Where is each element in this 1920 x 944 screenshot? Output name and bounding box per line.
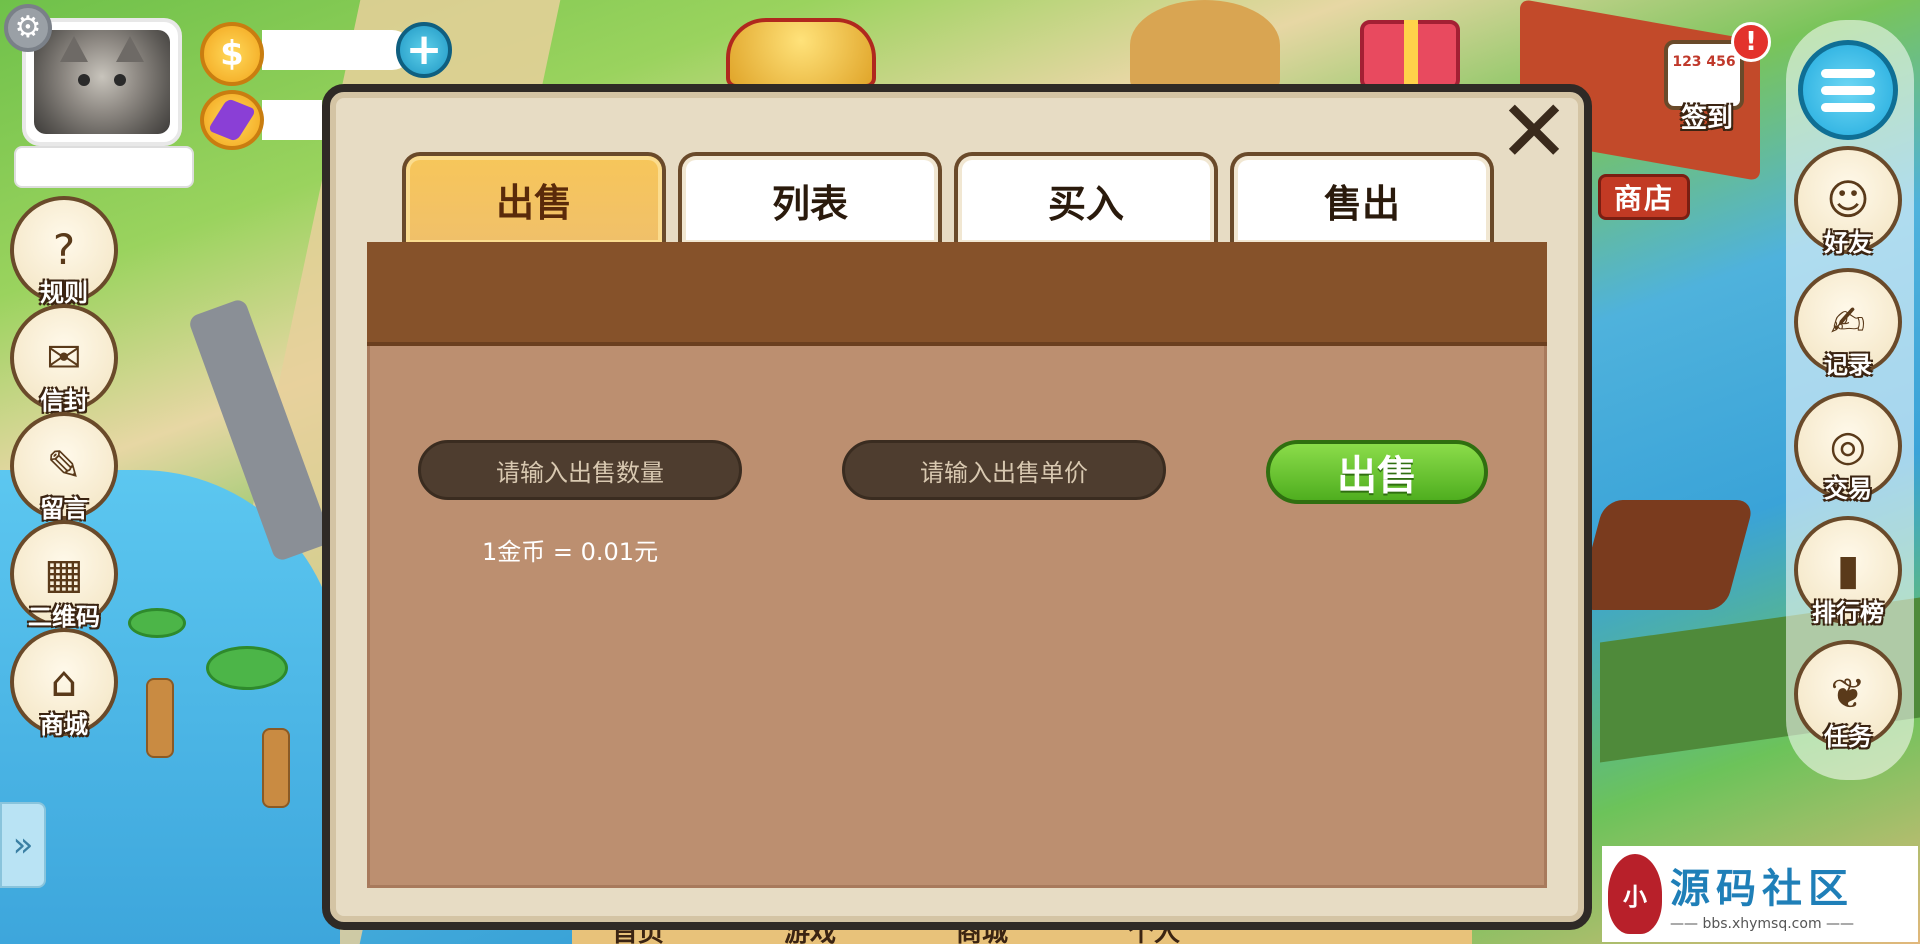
- envelope-button[interactable]: ✉ 信封: [10, 304, 118, 415]
- lily-pad: [206, 646, 288, 690]
- tab-sell[interactable]: 出售: [402, 152, 666, 244]
- tab-list[interactable]: 列表: [678, 152, 942, 244]
- watermark-url: —— bbs.xhymsq.com ——: [1670, 916, 1855, 932]
- alert-badge: !: [1731, 22, 1771, 62]
- rules-label: 规则: [40, 279, 88, 307]
- envelope-label: 信封: [40, 387, 88, 415]
- record-icon: ✍: [1830, 297, 1866, 346]
- friends-label: 好友: [1824, 229, 1872, 257]
- message-label: 留言: [40, 495, 88, 523]
- message-button[interactable]: ✎ 留言: [10, 412, 118, 523]
- close-icon[interactable]: ✕: [1498, 89, 1570, 175]
- expand-sidebar-button[interactable]: »: [0, 802, 46, 888]
- panel-body: [367, 346, 1547, 888]
- quill-icon: ✎: [46, 441, 82, 490]
- signin-label: 签到: [1680, 104, 1733, 134]
- task-label: 任务: [1824, 723, 1872, 751]
- watermark-text: 源码社区 —— bbs.xhymsq.com ——: [1670, 856, 1854, 932]
- add-coins-button[interactable]: +: [396, 22, 452, 78]
- gift-box-icon[interactable]: [1360, 20, 1460, 94]
- coin-balance: [262, 30, 412, 70]
- qrcode-icon: ▦: [44, 549, 84, 598]
- treasure-pile: [726, 18, 876, 88]
- friends-button[interactable]: ☺ 好友: [1794, 146, 1902, 257]
- mall-button[interactable]: ⌂ 商城: [10, 628, 118, 739]
- rules-button[interactable]: ? 规则: [10, 196, 118, 307]
- trade-label: 交易: [1824, 475, 1872, 503]
- ranking-icon: ▮: [1836, 545, 1860, 594]
- ranking-button[interactable]: ▮ 排行榜: [1794, 516, 1902, 627]
- trade-coins-icon: ◎: [1829, 421, 1867, 470]
- panel-header: [367, 242, 1547, 346]
- dollar-coin-icon: $: [200, 22, 264, 86]
- sell-price-input[interactable]: 请输入出售单价: [842, 440, 1166, 500]
- tab-sold[interactable]: 售出: [1230, 152, 1494, 244]
- qrcode-label: 二维码: [28, 603, 100, 631]
- lily-pad: [128, 608, 186, 638]
- sell-button[interactable]: 出售: [1266, 440, 1488, 504]
- store-icon: ⌂: [50, 657, 78, 706]
- purple-gem-icon: [200, 90, 264, 150]
- watermark: 小 源码社区 —— bbs.xhymsq.com ——: [1602, 846, 1918, 942]
- wooden-post: [146, 678, 174, 758]
- record-label: 记录: [1824, 351, 1872, 379]
- menu-icon[interactable]: [1798, 40, 1898, 140]
- gem-balance: [262, 100, 322, 140]
- question-icon: ?: [52, 225, 76, 274]
- qrcode-button[interactable]: ▦ 二维码: [10, 520, 118, 631]
- watermark-title: 源码社区: [1670, 866, 1855, 912]
- friends-icon: ☺: [1826, 175, 1870, 224]
- cat-avatar-image: [34, 30, 170, 134]
- tab-buy[interactable]: 买入: [954, 152, 1218, 244]
- sell-quantity-input[interactable]: 请输入出售数量: [418, 440, 742, 500]
- watermark-logo: 小: [1608, 854, 1662, 934]
- envelope-icon: ✉: [46, 333, 82, 382]
- farm-plot[interactable]: [1575, 500, 1755, 610]
- gear-icon[interactable]: ⚙: [4, 4, 52, 52]
- record-button[interactable]: ✍ 记录: [1794, 268, 1902, 379]
- exchange-rate-text: 1金币 = 0.01元: [482, 538, 659, 566]
- shop-sign[interactable]: 商店: [1598, 174, 1690, 220]
- ranking-label: 排行榜: [1812, 599, 1884, 627]
- task-button[interactable]: ❦ 任务: [1794, 640, 1902, 751]
- wooden-post: [262, 728, 290, 808]
- trade-button[interactable]: ◎ 交易: [1794, 392, 1902, 503]
- mall-label: 商城: [40, 711, 88, 739]
- player-name-bar: [14, 146, 194, 188]
- haystack: [1130, 0, 1280, 90]
- scroll-icon: ❦: [1830, 669, 1866, 718]
